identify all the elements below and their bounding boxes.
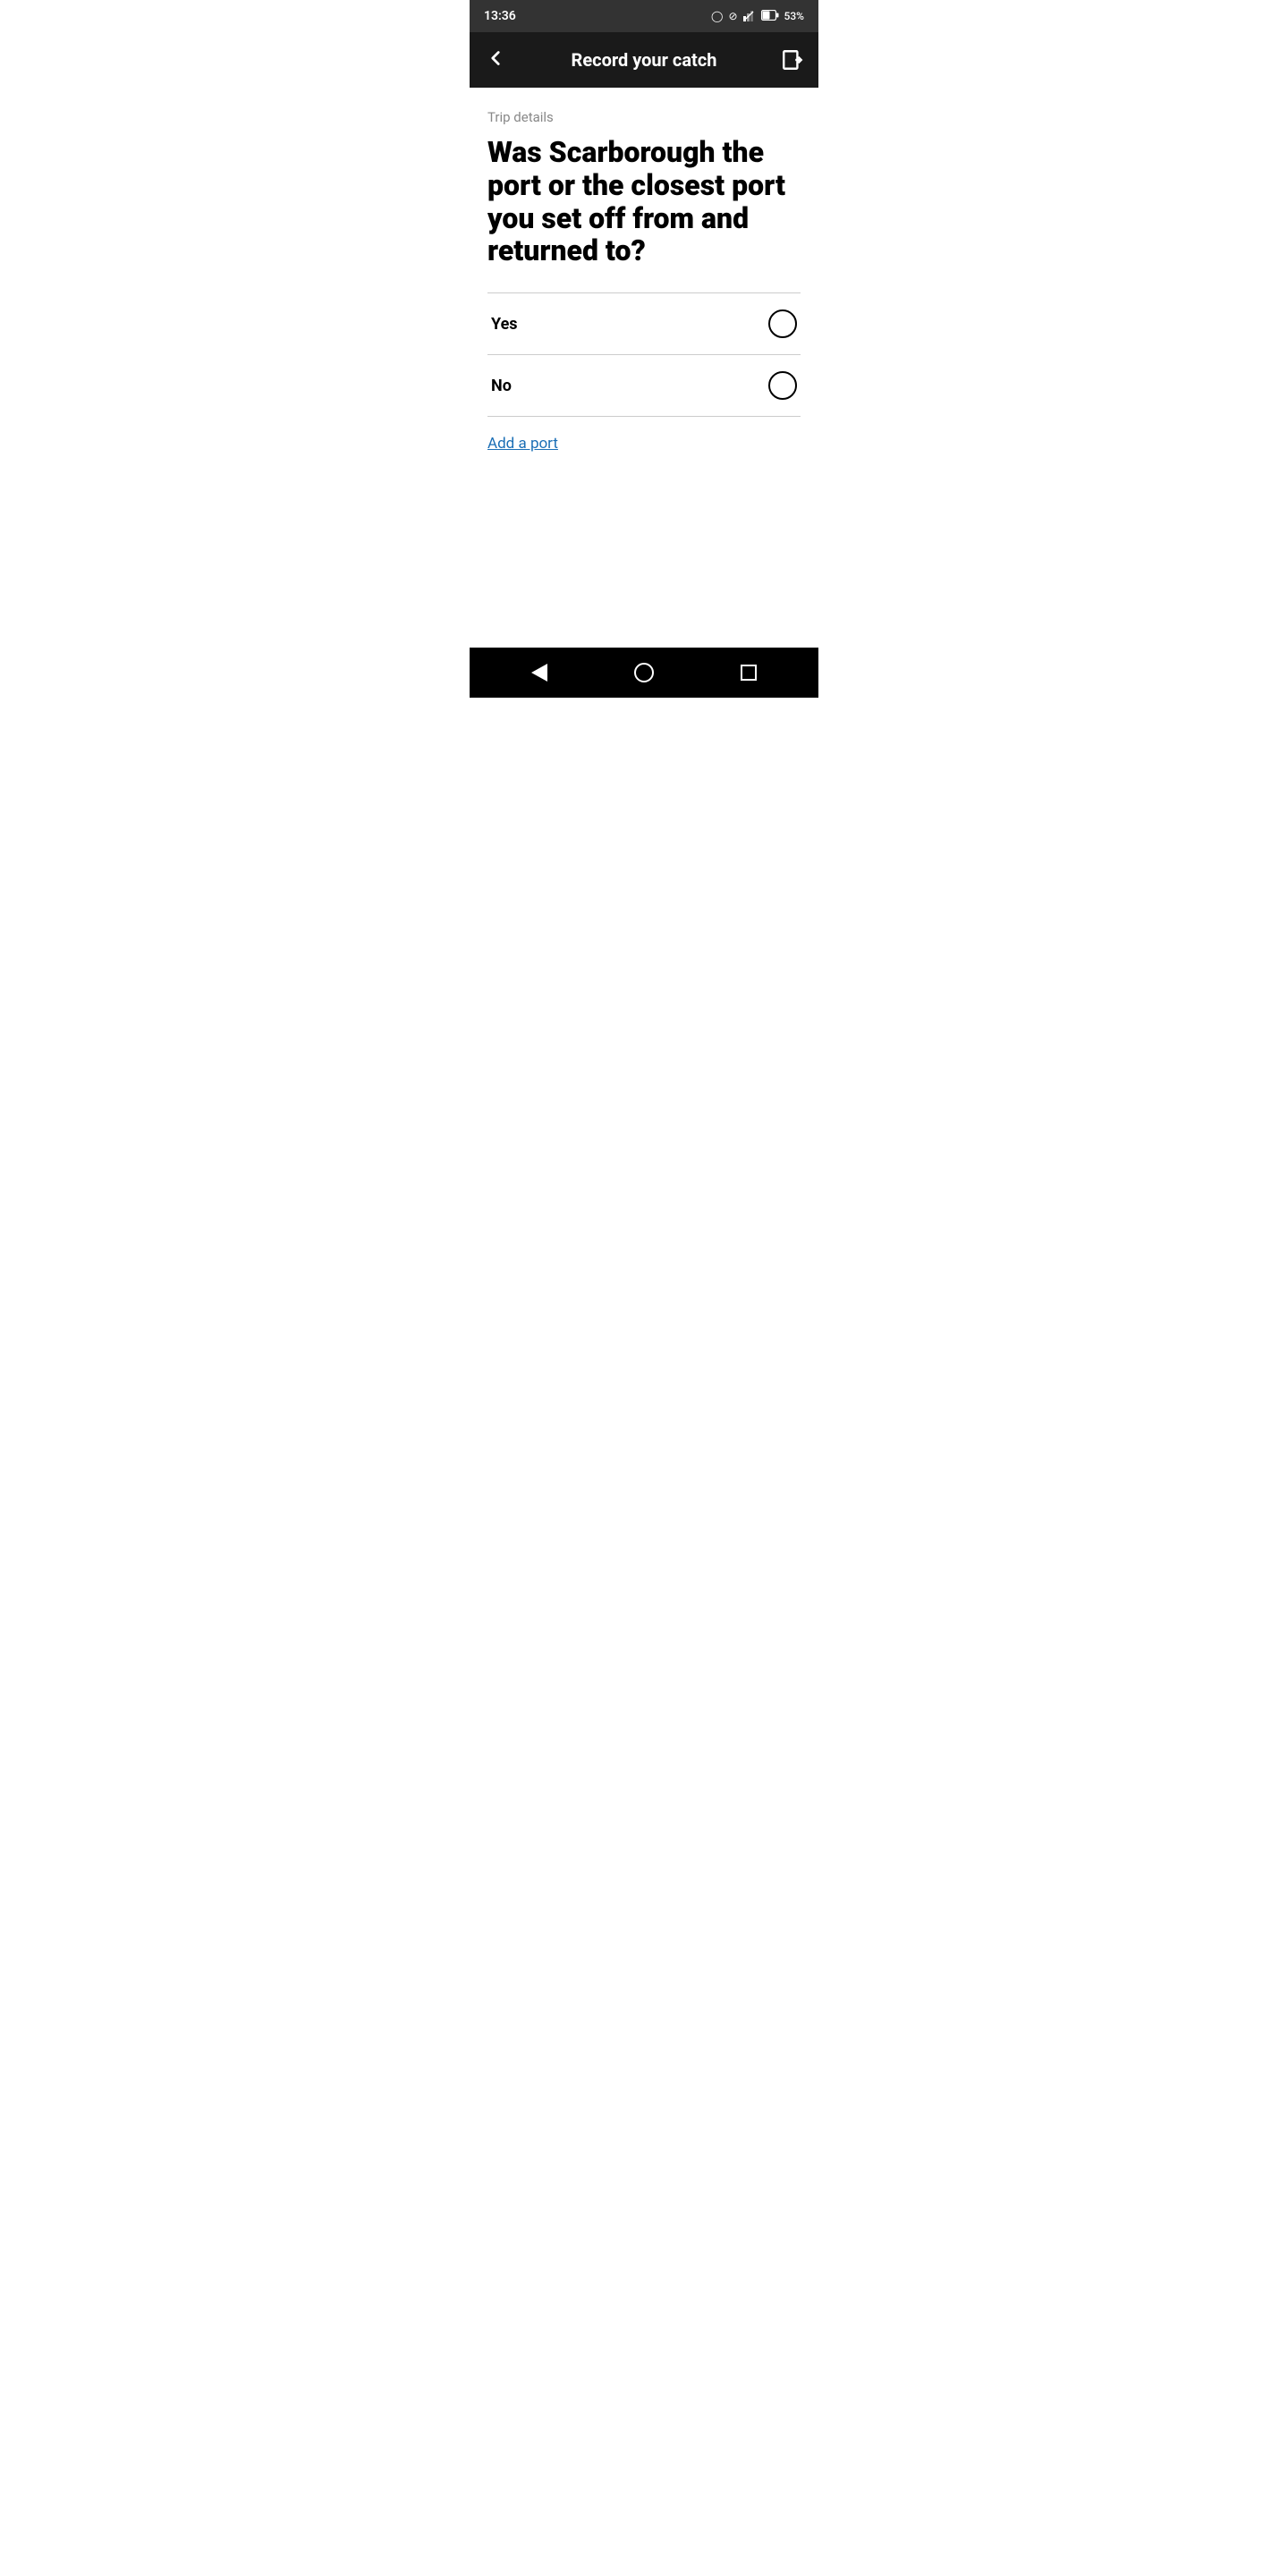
section-label: Trip details [487, 109, 801, 125]
nav-recent-icon [741, 665, 757, 681]
nav-home-button[interactable] [616, 656, 672, 690]
toolbar: Record your catch [470, 32, 818, 88]
signal-icon [743, 9, 756, 24]
exit-button[interactable] [781, 48, 804, 72]
option-yes[interactable]: Yes [487, 293, 801, 354]
question-text: Was Scarborough the port or the closest … [487, 136, 801, 267]
add-port-link[interactable]: Add a port [487, 435, 558, 453]
nav-back-button[interactable] [513, 657, 565, 689]
status-icons: ◯ ⊘ 53% [711, 9, 804, 24]
nav-recent-button[interactable] [723, 657, 775, 688]
main-content: Trip details Was Scarborough the port or… [470, 88, 818, 648]
back-button[interactable] [484, 47, 507, 73]
option-no-label: No [491, 377, 512, 395]
alarm-icon: ◯ [711, 10, 723, 22]
option-no[interactable]: No [487, 355, 801, 416]
radio-no[interactable] [768, 371, 797, 400]
bottom-nav [470, 648, 818, 698]
radio-yes[interactable] [768, 309, 797, 338]
option-yes-label: Yes [491, 315, 518, 334]
block-icon: ⊘ [728, 10, 737, 22]
battery-icon [761, 10, 779, 23]
nav-home-icon [634, 663, 654, 682]
status-time: 13:36 [484, 9, 516, 23]
status-bar: 13:36 ◯ ⊘ 53% [470, 0, 818, 32]
bottom-divider [487, 416, 801, 417]
toolbar-title: Record your catch [507, 49, 781, 71]
battery-percent: 53% [784, 10, 804, 22]
nav-back-icon [531, 664, 547, 682]
